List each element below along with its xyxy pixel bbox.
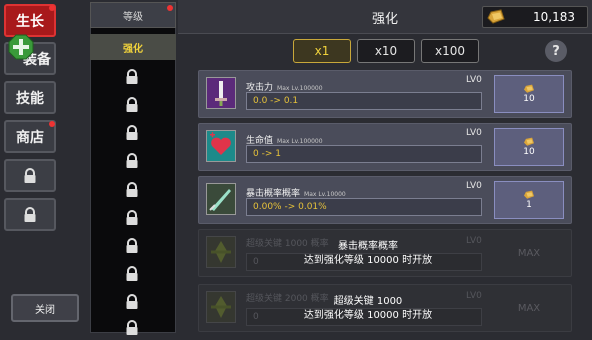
lock-icon [24,167,36,183]
subtab-lock-icon [124,238,140,254]
unlock-tip-1-desc: 达到强化等级 10000 时开放 [303,255,433,266]
subtab-lock-icon [124,210,140,226]
tab-growth[interactable]: 生长 [4,4,56,37]
multiplier-x1-label: x1 [314,44,330,58]
help-icon: ? [552,43,560,59]
tab-shop[interactable]: 商店 [4,120,56,153]
subtab-lock-icon [124,266,140,282]
upgrade-attack-button[interactable]: 10 [494,75,564,113]
heart-icon [206,130,236,162]
subtab-lock-icon [124,153,140,169]
upgrade-crit-button[interactable]: 1 [494,181,564,219]
leaf-icon [206,236,236,268]
upgrade-hp-button[interactable]: 10 [494,128,564,166]
multiplier-x10-label: x10 [374,44,398,58]
stat-attack-max: Max Lv.100000 [277,85,323,92]
stat-hp-level: LV0 [466,128,482,138]
unlock-tip-2-title: 超级关键 1000 [333,296,403,307]
close-button-label: 关闭 [35,304,55,316]
stat-attack-level: LV0 [466,75,482,85]
stat-attack-value: 0.0 -> 0.1 [246,92,482,110]
stat-super-crit-1000-value-text: 0 [253,257,259,267]
subtab-lock-icon [124,182,140,198]
crit-blade-icon [206,183,236,215]
notification-dot [49,5,55,11]
upgrade-attack-cost: 10 [523,94,535,104]
stat-crit-level: LV0 [466,181,482,191]
super-crit-1000-max-label: MAX [517,247,541,259]
stat-crit-value-text: 0.00% -> 0.01% [253,202,327,212]
gold-ingot-icon [487,9,505,25]
super-crit-2000-max-label: MAX [517,302,541,314]
notification-dot [49,121,55,127]
super-crit-1000-max-button[interactable]: MAX [494,234,564,272]
subtab-enhance-label: 强化 [123,43,143,55]
sword-icon [206,77,236,109]
stat-super-crit-2000-level: LV0 [466,291,482,301]
subtab-lock-icon [124,69,140,85]
green-plus-icon [8,34,34,60]
unlock-tip-2-desc: 达到强化等级 10000 时开放 [303,310,433,321]
subtab-levels-label: 等级 [123,11,143,23]
stat-crit-max: Max Lv.10000 [304,191,346,198]
stat-hp-max: Max Lv.100000 [277,138,323,145]
multiplier-x100-button[interactable]: x100 [421,39,479,63]
upgrade-crit-cost: 1 [526,200,532,210]
subtab-enhance[interactable]: 强化 [90,34,176,60]
stat-hp-value: 0 -> 1 [246,145,482,163]
tab-skills[interactable]: 技能 [4,81,56,114]
lock-icon [24,206,36,222]
upgrade-hp-cost: 10 [523,147,535,157]
stat-super-crit-1000-level: LV0 [466,236,482,246]
notification-dot [167,5,173,11]
tab-locked-1[interactable] [4,159,56,192]
gold-ingot-icon [524,190,534,199]
subtab-lock-icon [124,320,140,336]
multiplier-x100-label: x100 [434,44,465,58]
multiplier-x10-button[interactable]: x10 [357,39,415,63]
stat-super-crit-2000-value-text: 0 [253,312,259,322]
stat-hp-value-text: 0 -> 1 [253,149,281,159]
unlock-tip-2: 超级关键 1000 达到强化等级 10000 时开放 [278,295,458,323]
gold-ingot-icon [524,84,534,93]
multiplier-x1-button[interactable]: x1 [293,39,351,63]
close-button[interactable]: 关闭 [11,294,79,322]
subtab-lock-icon [124,294,140,310]
super-crit-2000-max-button[interactable]: MAX [494,289,564,327]
tab-shop-label: 商店 [16,129,44,146]
tab-growth-label: 生长 [16,13,44,30]
leaf-icon [206,291,236,323]
tab-skills-label: 技能 [16,90,44,107]
stat-crit-value: 0.00% -> 0.01% [246,198,482,216]
unlock-tip-1-title: 暴击概率概率 [338,241,398,252]
subtab-lock-icon [124,125,140,141]
tab-locked-2[interactable] [4,198,56,231]
stat-attack-value-text: 0.0 -> 0.1 [253,96,299,106]
unlock-tip-1: 暴击概率概率 达到强化等级 10000 时开放 [278,240,458,268]
subtab-levels[interactable]: 等级 [90,2,176,28]
gold-ingot-icon [524,137,534,146]
gold-amount: 10,183 [533,10,575,24]
subtab-lock-icon [124,97,140,113]
help-button[interactable]: ? [545,40,567,62]
